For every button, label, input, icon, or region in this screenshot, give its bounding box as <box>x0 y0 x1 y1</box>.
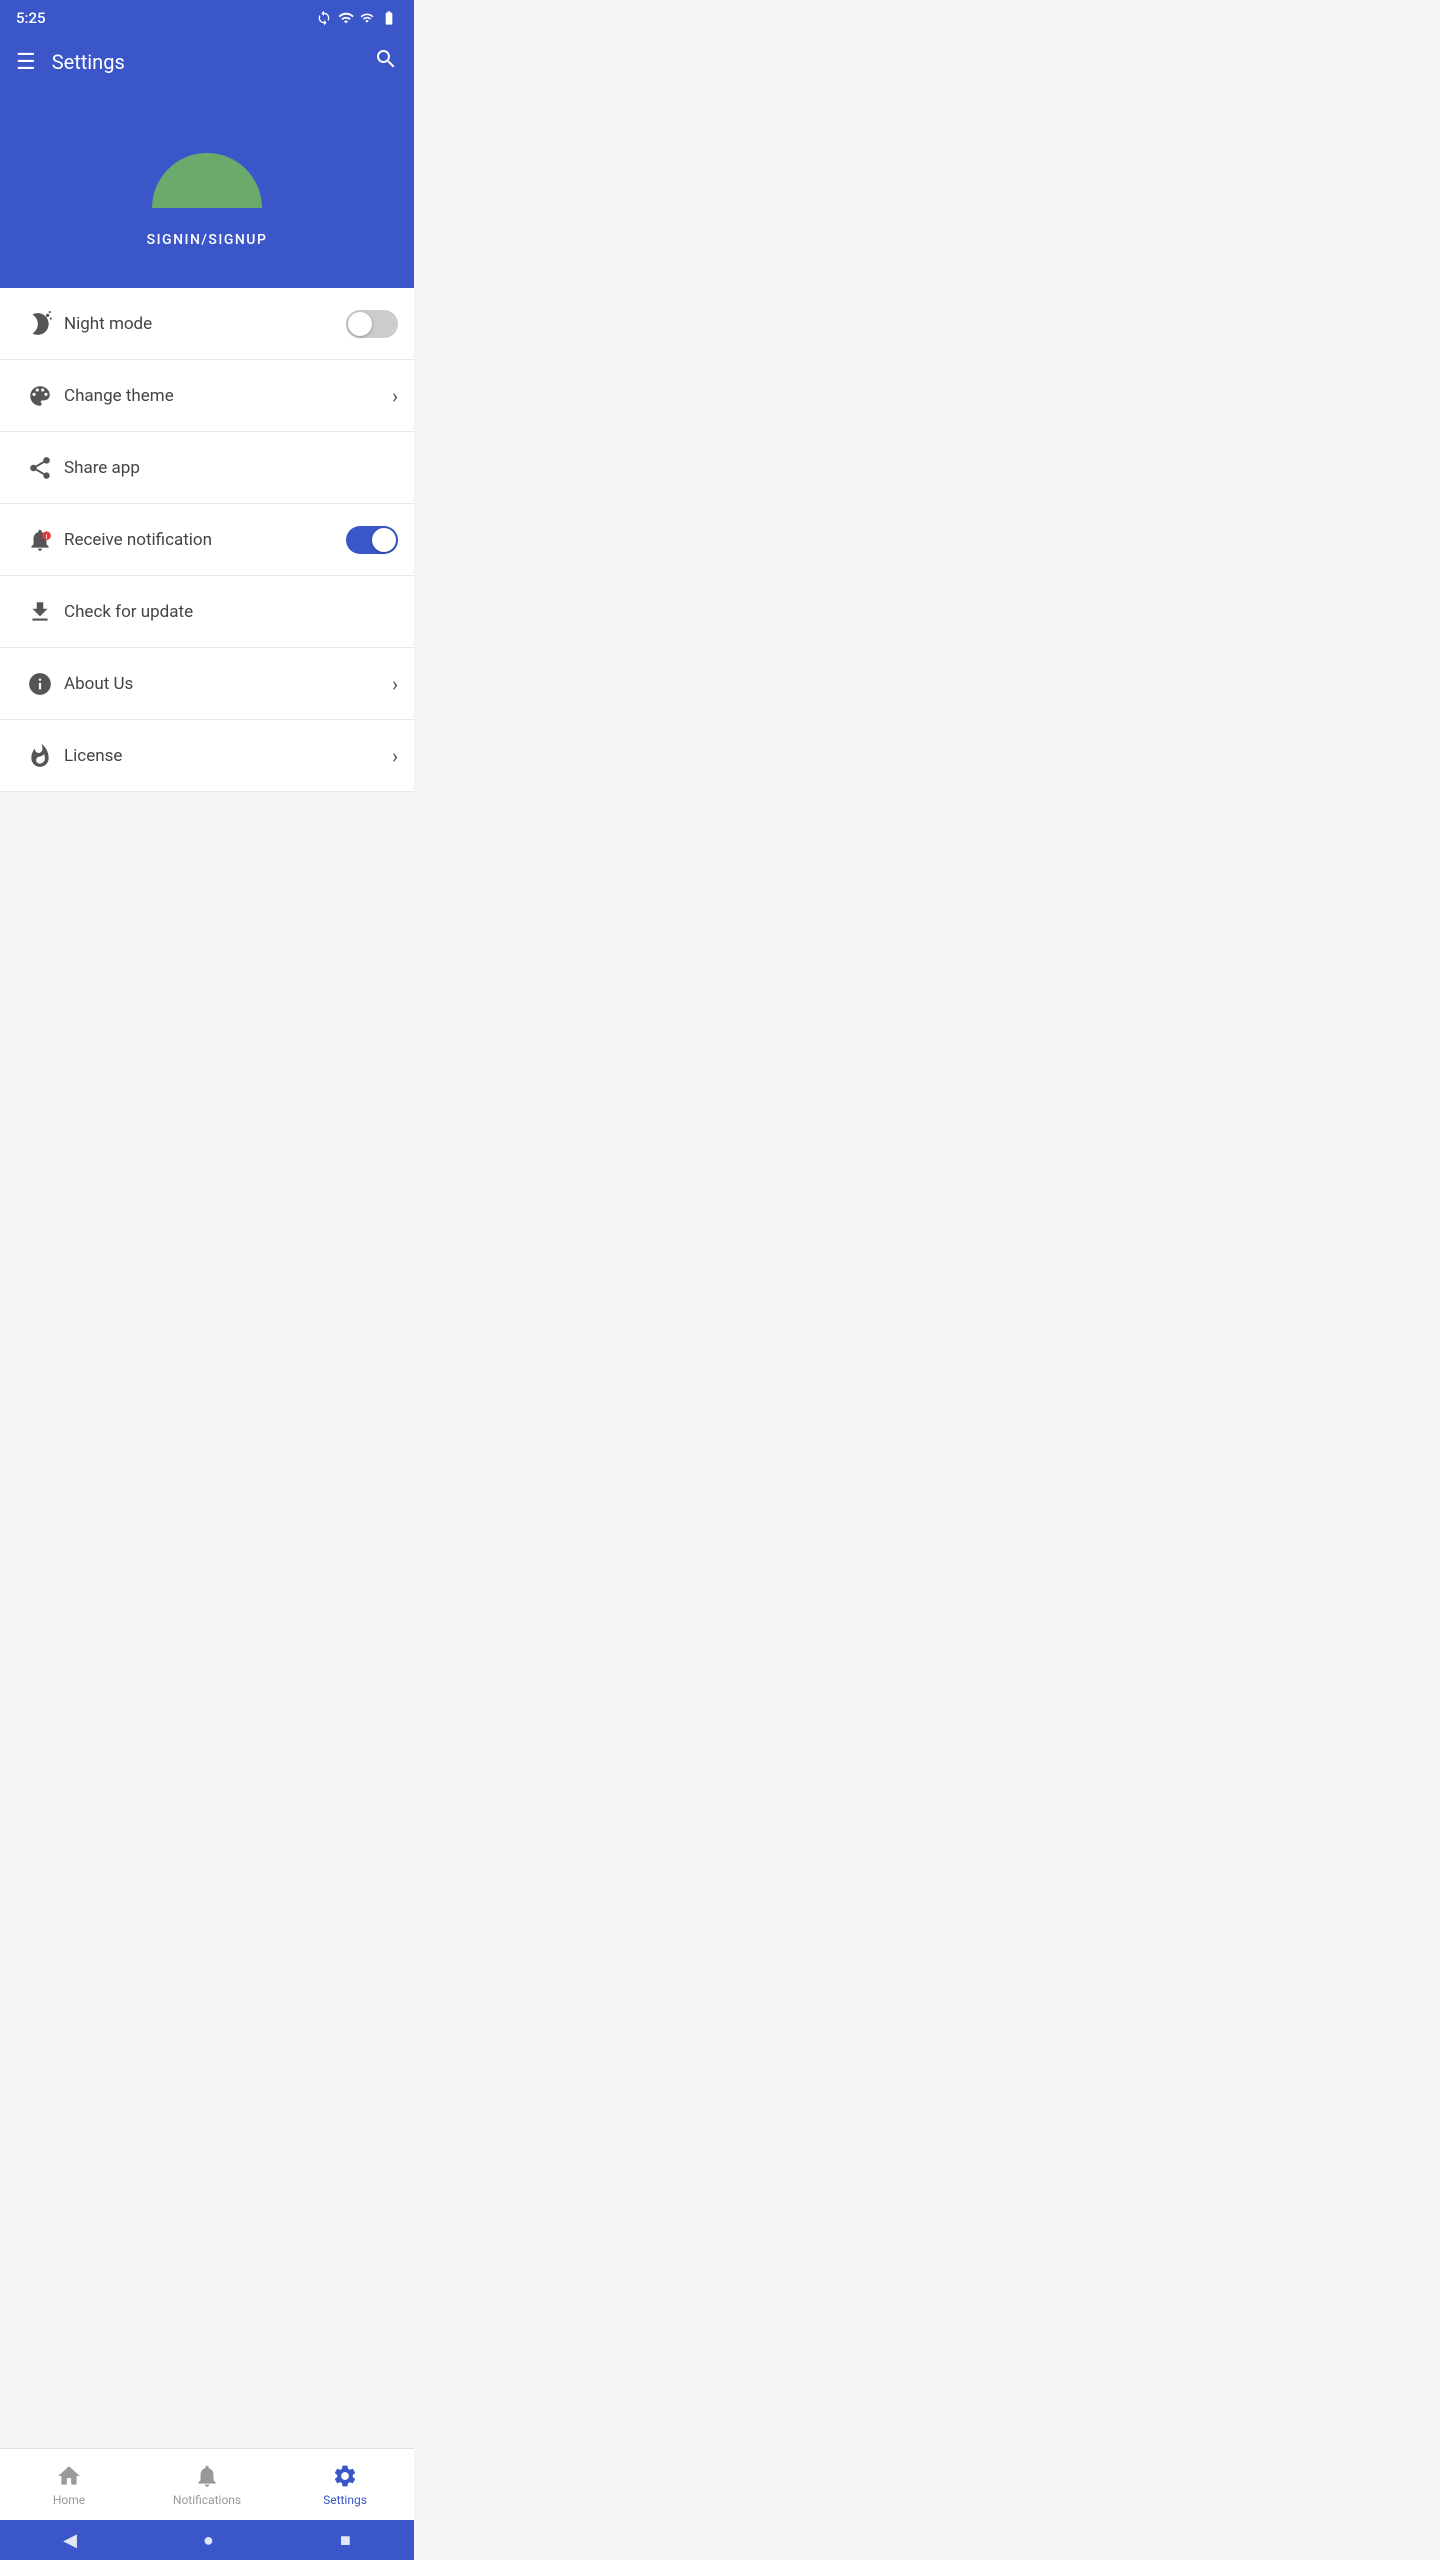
night-mode-knob <box>348 312 372 336</box>
notification-icon: ! <box>16 527 64 553</box>
receive-notification-knob <box>372 528 396 552</box>
night-mode-icon <box>16 311 64 337</box>
top-app-bar: ☰ Settings <box>0 36 414 98</box>
receive-notification-switch[interactable] <box>346 526 398 554</box>
bottom-nav: Home Notifications Settings <box>0 2448 414 2520</box>
battery-icon <box>380 10 398 26</box>
status-icons <box>316 10 398 26</box>
notifications-nav-icon <box>194 2463 220 2489</box>
top-bar-left: ☰ Settings <box>16 50 125 75</box>
about-us-chevron: › <box>392 672 398 696</box>
sync-icon <box>316 10 332 26</box>
share-app-item[interactable]: Share app <box>0 432 414 504</box>
signal-icon <box>360 10 374 26</box>
chevron-right-icon: › <box>392 384 398 408</box>
receive-notification-item[interactable]: ! Receive notification <box>0 504 414 576</box>
flame-icon <box>16 743 64 769</box>
back-button[interactable]: ◀ <box>63 2530 77 2551</box>
status-bar: 5:25 <box>0 0 414 36</box>
check-update-item[interactable]: Check for update <box>0 576 414 648</box>
system-nav-bar: ◀ ● ■ <box>0 2520 414 2560</box>
license-item[interactable]: License › <box>0 720 414 792</box>
signin-button[interactable]: SIGNIN/SIGNUP <box>147 232 268 248</box>
settings-list: Night mode Change theme › Share app <box>0 288 414 792</box>
change-theme-item[interactable]: Change theme › <box>0 360 414 432</box>
nav-settings[interactable]: Settings <box>276 2463 414 2507</box>
home-nav-icon <box>56 2463 82 2489</box>
home-button[interactable]: ● <box>203 2530 214 2551</box>
receive-notification-label: Receive notification <box>64 530 346 550</box>
about-us-item[interactable]: About Us › <box>0 648 414 720</box>
status-time: 5:25 <box>16 9 46 27</box>
about-us-label: About Us <box>64 674 392 694</box>
nav-settings-label: Settings <box>323 2493 367 2507</box>
chevron-right-icon: › <box>392 672 398 696</box>
night-mode-switch[interactable] <box>346 310 398 338</box>
check-update-label: Check for update <box>64 602 398 622</box>
profile-area: SIGNIN/SIGNUP <box>0 98 414 288</box>
nav-notifications-label: Notifications <box>173 2493 241 2507</box>
nav-notifications[interactable]: Notifications <box>138 2463 276 2507</box>
night-mode-item[interactable]: Night mode <box>0 288 414 360</box>
share-icon <box>16 455 64 481</box>
avatar-shape <box>152 153 262 208</box>
search-button[interactable] <box>374 47 398 77</box>
settings-nav-icon <box>332 2463 358 2489</box>
wifi-icon <box>338 10 354 26</box>
bottom-spacer <box>0 792 414 912</box>
receive-notification-toggle[interactable] <box>346 526 398 554</box>
page-title: Settings <box>52 50 125 74</box>
svg-text:!: ! <box>46 532 48 540</box>
info-icon <box>16 671 64 697</box>
license-chevron: › <box>392 744 398 768</box>
share-app-label: Share app <box>64 458 398 478</box>
palette-icon <box>16 383 64 409</box>
chevron-right-icon: › <box>392 744 398 768</box>
menu-button[interactable]: ☰ <box>16 50 36 75</box>
change-theme-chevron: › <box>392 384 398 408</box>
nav-home-label: Home <box>53 2493 85 2507</box>
nav-home[interactable]: Home <box>0 2463 138 2507</box>
download-icon <box>16 599 64 625</box>
night-mode-toggle[interactable] <box>346 310 398 338</box>
license-label: License <box>64 746 392 766</box>
recent-button[interactable]: ■ <box>340 2530 351 2551</box>
avatar <box>152 118 262 208</box>
night-mode-label: Night mode <box>64 314 346 334</box>
change-theme-label: Change theme <box>64 386 392 406</box>
